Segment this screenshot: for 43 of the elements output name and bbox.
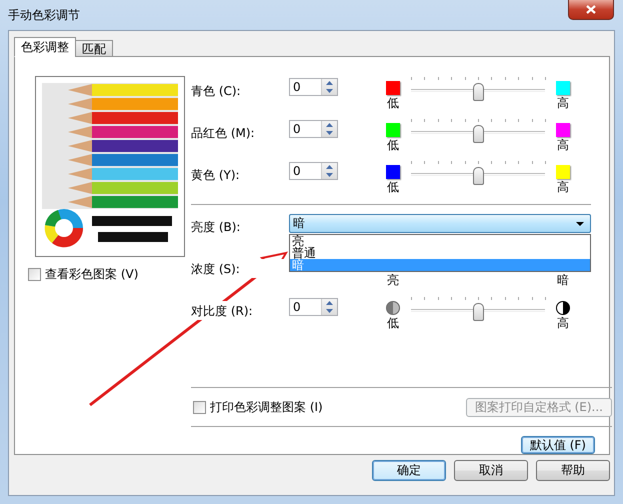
slider-thumb[interactable] bbox=[473, 125, 484, 143]
contrast-icon bbox=[556, 301, 570, 315]
default-button[interactable]: 默认值 (F) bbox=[520, 436, 595, 454]
low-label: 低 bbox=[387, 179, 399, 196]
slider-thumb[interactable] bbox=[473, 167, 484, 185]
dialog-button[interactable]: 取消 bbox=[454, 460, 528, 481]
spin-up-icon bbox=[326, 301, 333, 305]
spin-down-icon bbox=[326, 131, 333, 135]
spin-field[interactable]: 0 bbox=[289, 298, 338, 316]
window-title: 手动色彩调节 bbox=[8, 6, 80, 24]
high-label: 高 bbox=[557, 95, 569, 112]
tab[interactable]: 色彩调整 bbox=[14, 37, 76, 57]
low-label: 亮 bbox=[387, 272, 399, 289]
close-button[interactable] bbox=[568, 0, 614, 20]
half-circle-icon bbox=[386, 301, 400, 315]
slider-thumb[interactable] bbox=[473, 303, 484, 321]
spin-down-icon bbox=[326, 173, 333, 177]
high-label: 高 bbox=[557, 315, 569, 332]
high-label: 高 bbox=[557, 179, 569, 196]
spin-down-icon bbox=[326, 89, 333, 93]
dropdown[interactable]: 暗 bbox=[289, 214, 591, 233]
spin-field[interactable]: 0 bbox=[289, 120, 338, 138]
spin-up-icon bbox=[326, 81, 333, 85]
caret-icon bbox=[576, 222, 584, 226]
slider-thumb[interactable] bbox=[473, 83, 484, 101]
dialog-button[interactable]: 帮助 bbox=[536, 460, 610, 481]
high-label: 高 bbox=[557, 137, 569, 154]
spin-down-icon bbox=[326, 309, 333, 313]
close-icon bbox=[586, 5, 596, 14]
low-label: 低 bbox=[387, 315, 399, 332]
low-label: 低 bbox=[387, 95, 399, 112]
spin-field[interactable]: 0 bbox=[289, 162, 338, 180]
checkbox[interactable] bbox=[193, 400, 206, 414]
spin-up-icon bbox=[326, 165, 333, 169]
checkbox[interactable] bbox=[28, 268, 41, 281]
high-label: 暗 bbox=[557, 272, 569, 289]
spin-up-icon bbox=[326, 123, 333, 127]
tab[interactable]: 匹配 bbox=[75, 40, 113, 57]
spin-field[interactable]: 0 bbox=[289, 78, 338, 96]
low-label: 低 bbox=[387, 137, 399, 154]
checkbox-label: 查看彩色图案 (V) bbox=[45, 266, 138, 283]
checkbox-label: 打印色彩调整图案 (I) bbox=[210, 398, 323, 416]
dialog-button[interactable]: 确定 bbox=[372, 460, 446, 481]
